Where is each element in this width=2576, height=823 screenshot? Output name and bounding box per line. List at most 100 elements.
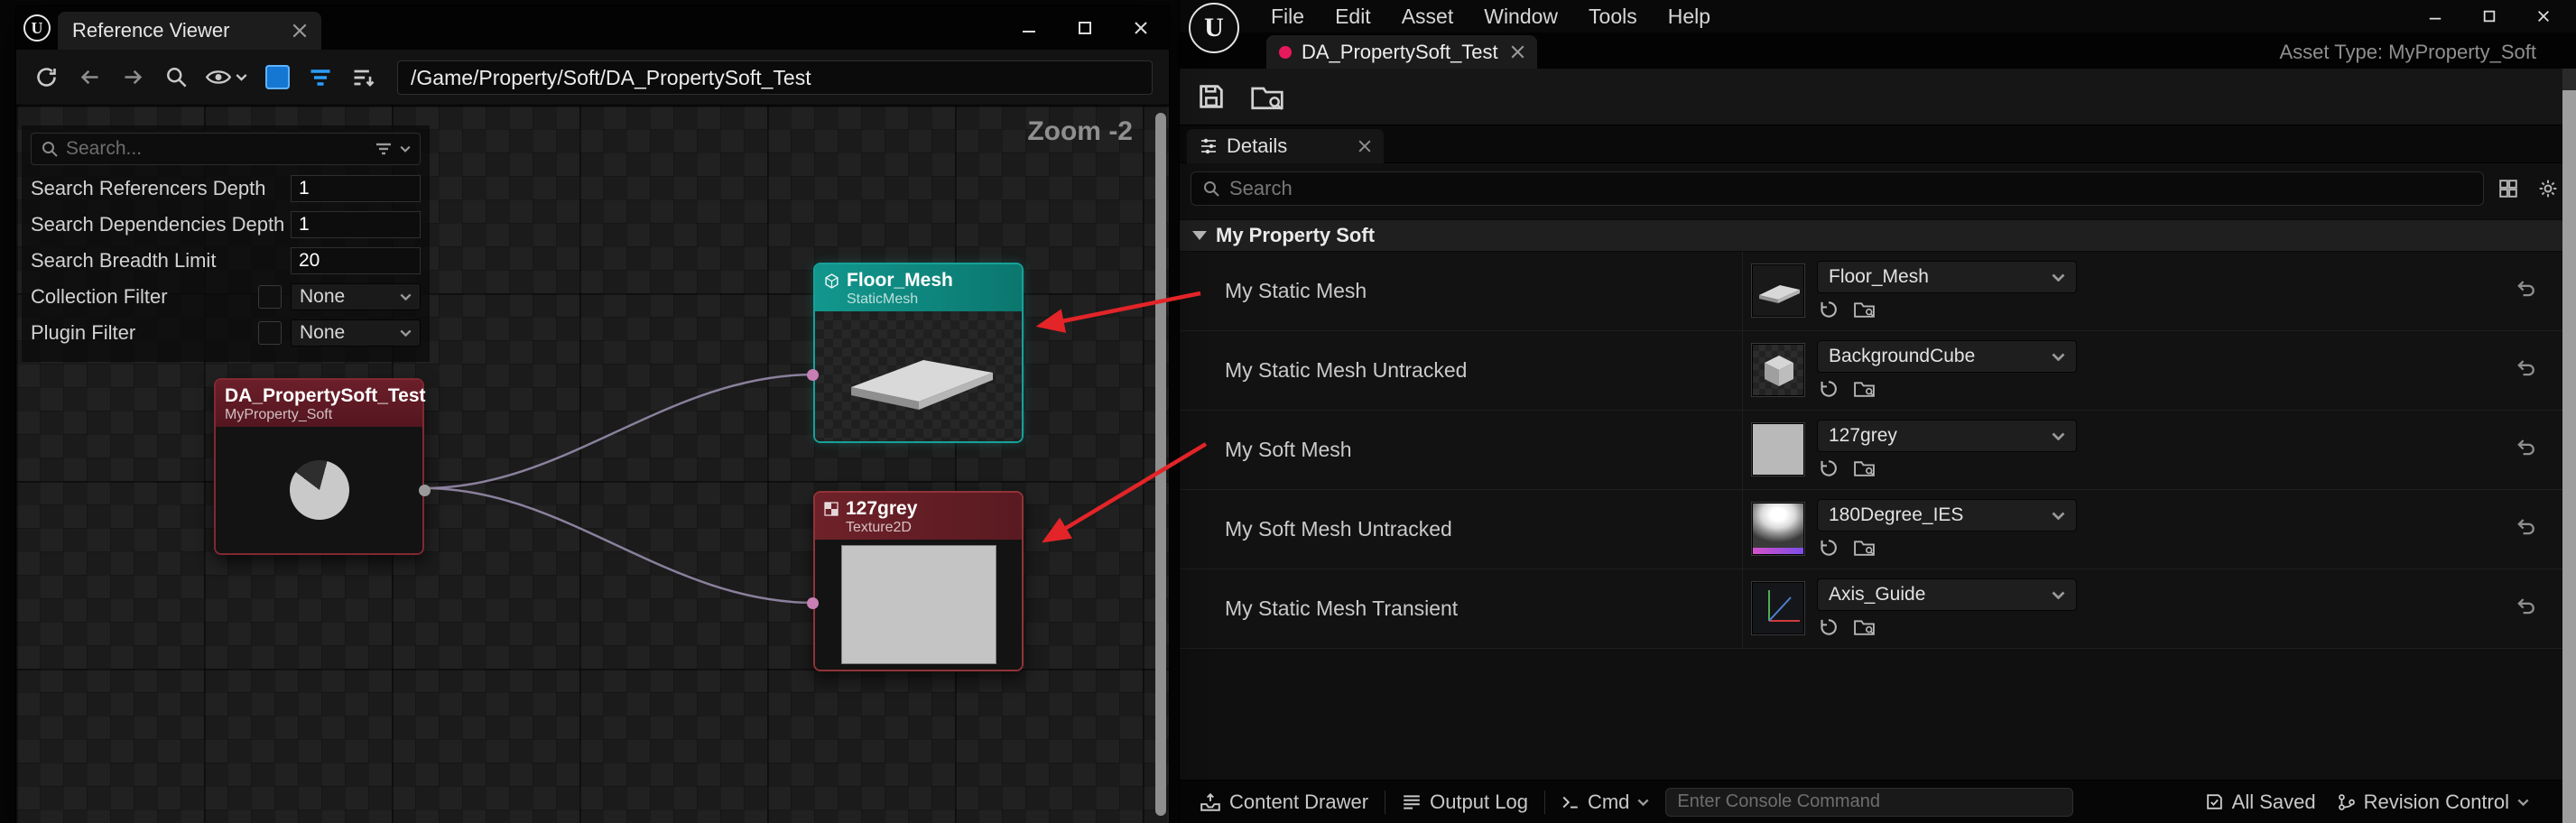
gear-icon[interactable] [2533,173,2563,204]
filters-icon[interactable] [301,59,339,97]
category-header[interactable]: My Property Soft [1180,219,2576,252]
close-icon[interactable] [2516,0,2571,32]
use-selected-asset-icon[interactable] [1819,538,1839,558]
all-saved-button[interactable]: All Saved [2200,781,2321,823]
asset-thumbnail[interactable] [1752,344,1804,396]
asset-thumbnail[interactable] [1752,582,1804,634]
output-pin[interactable] [419,485,431,496]
close-icon[interactable] [1358,140,1371,153]
close-icon[interactable] [292,23,307,38]
setting-row: Search Referencers Depth [31,171,421,207]
input-pin[interactable] [807,369,819,381]
plugin-filter-dropdown[interactable]: None [291,319,421,347]
maximize-icon[interactable] [2462,0,2516,32]
browse-to-asset-icon[interactable] [1853,617,1876,637]
collection-filter-dropdown[interactable]: None [291,283,421,310]
property-value-area: 180Degree_IES [1742,490,2576,569]
asset-thumbnail[interactable] [1752,503,1804,555]
use-selected-asset-icon[interactable] [1819,379,1839,399]
asset-select-dropdown[interactable]: Floor_Mesh [1817,261,2077,293]
maximize-icon[interactable] [1057,6,1113,50]
asset-document-tab[interactable]: DA_PropertySoft_Test [1266,35,1537,69]
output-log-button[interactable]: Output Log [1396,781,1534,823]
property-label: My Static Mesh Untracked [1225,331,1467,410]
browse-to-asset-icon[interactable] [1853,458,1876,478]
reset-to-default-icon[interactable] [2515,277,2536,297]
details-tab-strip: Details [1180,125,2576,163]
save-icon[interactable] [1196,81,1227,112]
menu-help[interactable]: Help [1653,0,1726,32]
browse-to-asset-icon[interactable] [1853,300,1876,319]
node-thumbnail [815,311,1022,441]
reset-to-default-icon[interactable] [2515,595,2536,615]
input-pin[interactable] [807,597,819,609]
search-icon[interactable] [157,59,195,97]
details-search-input[interactable] [1229,177,2472,200]
menu-asset[interactable]: Asset [1386,0,1469,32]
grid-icon[interactable] [2493,173,2524,204]
eye-icon[interactable] [200,59,253,97]
details-search-box[interactable] [1191,171,2484,206]
graph-node-127grey[interactable]: 127grey Texture2D [813,491,1024,671]
close-icon[interactable] [1511,45,1524,59]
back-icon[interactable] [70,59,108,97]
asset-select-dropdown[interactable]: Axis_Guide [1817,578,2077,611]
content-drawer-icon [1200,792,1221,812]
collection-filter-checkbox[interactable] [258,285,282,309]
minimize-icon[interactable] [1001,6,1057,50]
details-tab[interactable]: Details [1187,129,1384,163]
graph-node-floor-mesh[interactable]: Floor_Mesh StaticMesh [813,263,1024,443]
menu-edit[interactable]: Edit [1320,0,1386,32]
reference-viewer-titlebar[interactable]: U Reference Viewer [16,6,1169,50]
asset-thumbnail[interactable] [1752,264,1804,317]
duplicates-toggle-icon[interactable] [258,59,296,97]
all-saved-icon [2205,792,2224,811]
graph-search-input[interactable] [66,138,367,160]
refresh-icon[interactable] [27,59,65,97]
asset-select-dropdown[interactable]: 180Degree_IES [1817,499,2077,532]
plugin-filter-checkbox[interactable] [258,321,282,345]
graph-settings-panel: Search Referencers Depth Search Dependen… [22,125,430,362]
ue-logo[interactable]: U [1189,3,1239,53]
content-drawer-button[interactable]: Content Drawer [1194,781,1374,823]
console-command-input[interactable] [1665,788,2073,817]
filters-icon[interactable] [375,142,393,156]
use-selected-asset-icon[interactable] [1819,300,1839,319]
reset-to-default-icon[interactable] [2515,515,2536,535]
asset-select-dropdown[interactable]: 127grey [1817,420,2077,452]
reset-to-default-icon[interactable] [2515,356,2536,376]
asset-select-dropdown[interactable]: BackgroundCube [1817,340,2077,373]
use-selected-asset-icon[interactable] [1819,458,1839,478]
window-scrollbar-thumb[interactable] [2562,90,2576,823]
use-selected-asset-icon[interactable] [1819,617,1839,637]
graph-search-box[interactable] [31,133,421,165]
reference-graph-canvas[interactable]: Zoom -2 Search Referencers Depth Searc [16,106,1169,823]
graph-node-source[interactable]: DA_PropertySoft_Test MyProperty_Soft [214,378,424,555]
menu-file[interactable]: File [1256,0,1320,32]
referencers-depth-input[interactable] [291,175,421,202]
graph-vertical-scrollbar[interactable] [1155,113,1166,816]
dependencies-depth-input[interactable] [291,211,421,238]
close-icon[interactable] [1113,6,1169,50]
menu-tools[interactable]: Tools [1573,0,1653,32]
revision-control-button[interactable]: Revision Control [2332,781,2534,823]
chevron-down-icon [1192,231,1207,240]
asset-thumbnail[interactable] [1752,423,1804,476]
browse-to-asset-icon[interactable] [1250,82,1284,112]
node-title: 127grey [846,498,917,520]
menu-window[interactable]: Window [1469,0,1573,32]
forward-icon[interactable] [114,59,152,97]
browse-to-asset-icon[interactable] [1853,538,1876,558]
cmd-dropdown[interactable]: Cmd [1556,781,1654,823]
sort-filter-icon[interactable] [345,59,383,97]
reset-to-default-icon[interactable] [2515,436,2536,456]
asset-tab-title: DA_PropertySoft_Test [1302,41,1501,64]
asset-color-dot [1279,46,1292,59]
reference-viewer-tab[interactable]: Reference Viewer [58,12,321,50]
minimize-icon[interactable] [2408,0,2462,32]
asset-path-field[interactable]: /Game/Property/Soft/DA_PropertySoft_Test [397,60,1153,95]
browse-to-asset-icon[interactable] [1853,379,1876,399]
chevron-down-icon[interactable] [400,145,411,153]
breadth-limit-input[interactable] [291,247,421,274]
node-title: DA_PropertySoft_Test [225,385,426,407]
